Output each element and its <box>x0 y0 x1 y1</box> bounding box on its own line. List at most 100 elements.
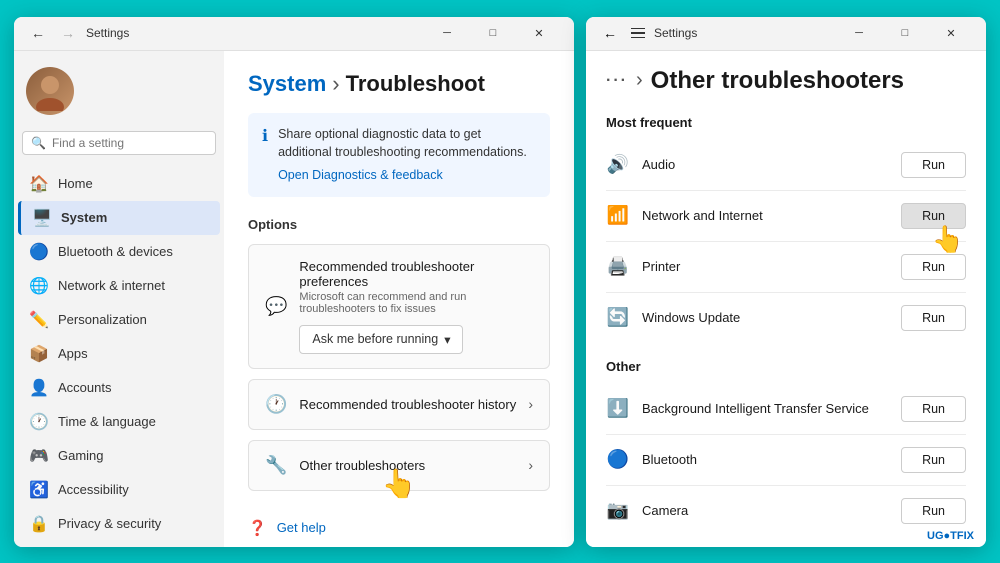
sidebar-item-label: Apps <box>58 346 88 361</box>
audio-troubleshooter-row: 🔊 Audio Run <box>606 140 966 191</box>
minimize-button[interactable]: ─ <box>424 17 470 51</box>
other-section: Other ⬇️ Background Intelligent Transfer… <box>606 359 966 536</box>
sidebar-item-windows-update[interactable]: 🔄 Windows Update <box>18 541 220 547</box>
breadcrumb-page: Troubleshoot <box>346 71 485 97</box>
watermark: UG●TFIX <box>923 529 978 543</box>
network-run-button[interactable]: Run <box>901 203 966 229</box>
right-minimize-button[interactable]: ─ <box>836 17 882 51</box>
bluetooth-run-button[interactable]: Run <box>901 447 966 473</box>
sidebar-item-personalization[interactable]: ✏️ Personalization <box>18 303 220 337</box>
right-heading-text: Other troubleshooters <box>651 67 904 95</box>
right-main-content: ··· › Other troubleshooters Most frequen… <box>586 51 986 547</box>
sidebar-item-label: Home <box>58 176 93 191</box>
get-help-link[interactable]: ❓ Get help <box>248 519 550 537</box>
bits-label: Background Intelligent Transfer Service <box>642 401 889 416</box>
link-label: Get help <box>277 520 326 535</box>
main-content: System › Troubleshoot ℹ Share optional d… <box>224 51 574 547</box>
left-back-button[interactable]: ← <box>26 21 50 45</box>
right-maximize-button[interactable]: □ <box>882 17 928 51</box>
bluetooth-ts-icon: 🔵 <box>606 448 630 472</box>
chevron-right-icon: › <box>528 396 533 412</box>
sidebar-item-bluetooth[interactable]: 🔵 Bluetooth & devices <box>18 235 220 269</box>
help-icon: ❓ <box>248 519 267 537</box>
info-icon: ℹ <box>262 126 268 146</box>
audio-run-button[interactable]: Run <box>901 152 966 178</box>
sidebar-item-home[interactable]: 🏠 Home <box>18 167 220 201</box>
dropdown-wrap: Ask me before running ▾ <box>299 325 533 354</box>
hamburger-menu[interactable] <box>628 25 648 42</box>
home-icon: 🏠 <box>30 175 48 193</box>
left-window-controls: ─ □ ✕ <box>424 17 562 51</box>
breadcrumb-separator: › <box>332 71 339 97</box>
sidebar-item-label: Privacy & security <box>58 516 161 531</box>
gaming-icon: 🎮 <box>30 447 48 465</box>
sidebar-item-accounts[interactable]: 👤 Accounts <box>18 371 220 405</box>
wrench-icon: 🔧 <box>265 455 287 476</box>
sidebar-item-accessibility[interactable]: ♿ Accessibility <box>18 473 220 507</box>
bits-run-button[interactable]: Run <box>901 396 966 422</box>
audio-label: Audio <box>642 157 889 172</box>
sidebar-item-label: Accessibility <box>58 482 129 497</box>
sidebar-item-network[interactable]: 🌐 Network & internet <box>18 269 220 303</box>
sidebar: 🔍 🏠 Home 🖥️ System 🔵 Bluetooth & devices… <box>14 51 224 547</box>
time-icon: 🕐 <box>30 413 48 431</box>
accessibility-icon: ♿ <box>30 481 48 499</box>
options-label: Options <box>248 217 550 232</box>
bluetooth-troubleshooter-row: 🔵 Bluetooth Run <box>606 435 966 486</box>
history-icon: 🕐 <box>265 394 287 415</box>
system-icon: 🖥️ <box>33 209 51 227</box>
camera-troubleshooter-row: 📷 Camera Run <box>606 486 966 536</box>
sidebar-item-system[interactable]: 🖥️ System <box>18 201 220 235</box>
left-content-area: 🔍 🏠 Home 🖥️ System 🔵 Bluetooth & devices… <box>14 51 574 547</box>
troubleshooter-history-card[interactable]: 🕐 Recommended troubleshooter history › <box>248 379 550 430</box>
printer-label: Printer <box>642 259 889 274</box>
other-troubleshooters-card[interactable]: 🔧 Other troubleshooters › 👆 <box>248 440 550 491</box>
sidebar-item-privacy[interactable]: 🔒 Privacy & security <box>18 507 220 541</box>
printer-icon: 🖨️ <box>606 255 630 279</box>
dropdown-value: Ask me before running <box>312 332 438 346</box>
search-box[interactable]: 🔍 <box>22 131 216 155</box>
troubleshooter-preferences-card[interactable]: 💬 Recommended troubleshooter preferences… <box>248 244 550 369</box>
sidebar-item-label: System <box>61 210 107 225</box>
right-close-button[interactable]: ✕ <box>928 17 974 51</box>
diagnostics-link[interactable]: Open Diagnostics & feedback <box>278 166 536 185</box>
card-title: Other troubleshooters <box>299 458 516 473</box>
search-input[interactable] <box>52 136 207 150</box>
bluetooth-label: Bluetooth <box>642 452 889 467</box>
info-message: Share optional diagnostic data to get ad… <box>278 127 527 160</box>
personalization-icon: ✏️ <box>30 311 48 329</box>
chevron-down-icon: ▾ <box>444 332 450 347</box>
sidebar-item-label: Time & language <box>58 414 156 429</box>
sidebar-item-label: Network & internet <box>58 278 165 293</box>
other-label: Other <box>606 359 966 374</box>
network-label: Network and Internet <box>642 208 889 223</box>
sidebar-item-gaming[interactable]: 🎮 Gaming <box>18 439 220 473</box>
left-window-title: Settings <box>86 26 129 40</box>
chat-icon: 💬 <box>265 296 287 317</box>
left-forward-button[interactable]: → <box>56 21 80 45</box>
breadcrumb-system[interactable]: System <box>248 71 326 97</box>
info-box: ℹ Share optional diagnostic data to get … <box>248 113 550 197</box>
right-back-button[interactable]: ← <box>598 21 622 45</box>
windows-update-run-button[interactable]: Run <box>901 305 966 331</box>
right-page-heading: ··· › Other troubleshooters <box>606 67 966 95</box>
sidebar-item-time[interactable]: 🕐 Time & language <box>18 405 220 439</box>
bluetooth-icon: 🔵 <box>30 243 48 261</box>
windows-update-icon: 🔄 <box>606 306 630 330</box>
close-button[interactable]: ✕ <box>516 17 562 51</box>
apps-icon: 📦 <box>30 345 48 363</box>
sidebar-item-apps[interactable]: 📦 Apps <box>18 337 220 371</box>
dots-icon: ··· <box>606 72 628 90</box>
right-settings-window: ← Settings ─ □ ✕ ··· › Other troubleshoo… <box>586 17 986 547</box>
left-settings-window: ← → Settings ─ □ ✕ 🔍 🏠 <box>14 17 574 547</box>
maximize-button[interactable]: □ <box>470 17 516 51</box>
card-title: Recommended troubleshooter preferences <box>299 259 533 289</box>
camera-label: Camera <box>642 503 889 518</box>
troubleshooter-dropdown[interactable]: Ask me before running ▾ <box>299 325 463 354</box>
right-window-title: Settings <box>654 26 697 40</box>
card-subtitle: Microsoft can recommend and run troubles… <box>299 291 533 315</box>
printer-run-button[interactable]: Run <box>901 254 966 280</box>
links-section: ❓ Get help 💻 Quick assistance from a fri… <box>248 519 550 547</box>
bits-troubleshooter-row: ⬇️ Background Intelligent Transfer Servi… <box>606 384 966 435</box>
camera-run-button[interactable]: Run <box>901 498 966 524</box>
